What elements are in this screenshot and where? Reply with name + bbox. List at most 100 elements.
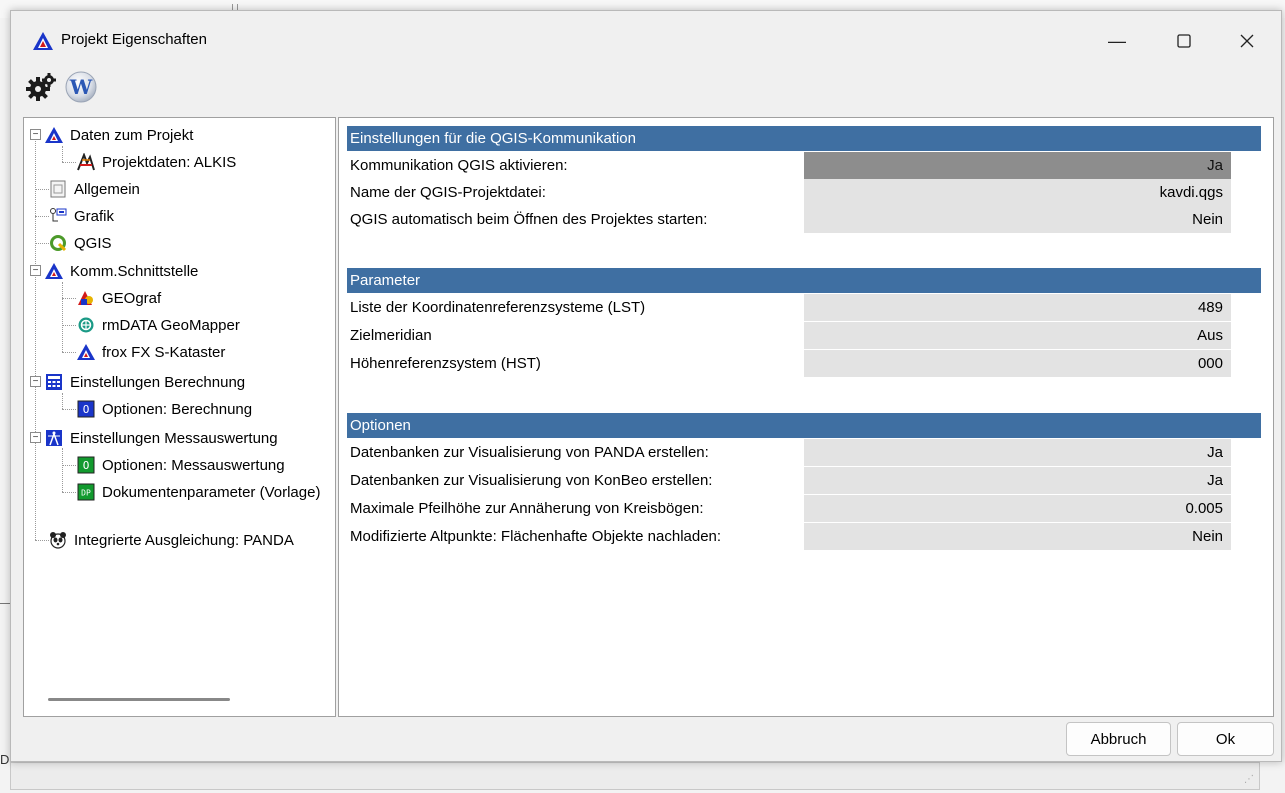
app-logo-icon [33, 32, 53, 50]
property-name: Modifizierte Altpunkte: Flächenhafte Obj… [347, 523, 804, 550]
property-value[interactable]: Aus [804, 322, 1231, 349]
tree-item-einstellungen-messauswertung[interactable]: Einstellungen Messauswertung [44, 425, 278, 451]
tree-item-optionen-berechnung[interactable]: O Optionen: Berechnung [76, 396, 252, 422]
minimize-button[interactable]: — [1091, 19, 1143, 63]
blue-o-icon: O [76, 399, 96, 419]
alkis-icon [76, 152, 96, 172]
tree-item-label: rmDATA GeoMapper [102, 316, 240, 334]
tree-item-rmdata-geomapper[interactable]: rmDATA GeoMapper [76, 312, 240, 338]
maximize-button[interactable] [1158, 19, 1210, 63]
section-header-optionen: Optionen [347, 413, 1261, 438]
tree-connector [62, 448, 63, 492]
tree-item-label: Daten zum Projekt [70, 126, 194, 144]
geomapper-icon [76, 315, 96, 335]
tree-item-dokumentenparameter[interactable]: DP Dokumentenparameter (Vorlage) [76, 479, 320, 505]
tree-item-label: Komm.Schnittstelle [70, 262, 199, 280]
tree-connector [62, 282, 63, 352]
property-value[interactable]: Ja [804, 467, 1231, 494]
tree-item-label: Einstellungen Berechnung [70, 373, 246, 391]
tree-item-frox-fx-s-kataster[interactable]: frox FX S-Kataster [76, 339, 225, 365]
tree-item-allgemein[interactable]: Allgemein [48, 176, 140, 202]
tree-item-label: Allgemein [74, 180, 140, 198]
property-row[interactable]: Name der QGIS-Projektdatei: kavdi.qgs [347, 179, 1231, 206]
property-name: Kommunikation QGIS aktivieren: [347, 152, 804, 179]
property-name: Datenbanken zur Visualisierung von KonBe… [347, 467, 804, 494]
tree-connector [35, 540, 49, 541]
property-value[interactable]: 0.005 [804, 495, 1231, 522]
property-row[interactable]: Zielmeridian Aus [347, 322, 1231, 349]
settings-button[interactable] [24, 69, 60, 105]
blue-o-glyph: O [83, 403, 90, 416]
close-button[interactable] [1221, 19, 1273, 63]
property-value[interactable]: 489 [804, 294, 1231, 321]
property-value[interactable]: Ja [804, 439, 1231, 466]
settings-tree[interactable]: − − − − Daten zum Projekt Projektdaten: … [23, 117, 336, 717]
background-status-bar: ⋰ [10, 762, 1260, 790]
property-row[interactable]: Maximale Pfeilhöhe zur Annäherung von Kr… [347, 495, 1231, 522]
word-export-button[interactable]: W [63, 69, 99, 105]
property-value[interactable]: Nein [804, 523, 1231, 550]
property-value[interactable]: Nein [804, 206, 1231, 233]
property-name: QGIS automatisch beim Öffnen des Projekt… [347, 206, 804, 233]
page-icon [48, 179, 68, 199]
cancel-button[interactable]: Abbruch [1066, 722, 1171, 756]
tree-collapse-toggle[interactable]: − [30, 129, 41, 140]
property-row[interactable]: Datenbanken zur Visualisierung von KonBe… [347, 467, 1231, 494]
tree-item-einstellungen-berechnung[interactable]: Einstellungen Berechnung [44, 369, 245, 395]
title-bar[interactable]: Projekt Eigenschaften — [11, 11, 1281, 65]
tree-connector [62, 298, 76, 299]
tree-item-daten-zum-projekt[interactable]: Daten zum Projekt [44, 122, 193, 148]
graphic-icon [48, 206, 68, 226]
tree-horizontal-scrollbar[interactable] [48, 698, 230, 701]
tree-item-label: frox FX S-Kataster [102, 343, 226, 361]
resize-grip-icon[interactable]: ⋰ [1244, 774, 1254, 785]
property-value[interactable]: 000 [804, 350, 1231, 377]
tree-collapse-toggle[interactable]: − [30, 265, 41, 276]
tree-item-label: QGIS [74, 234, 112, 252]
property-value[interactable]: Ja [804, 152, 1231, 179]
tree-item-komm-schnittstelle[interactable]: Komm.Schnittstelle [44, 258, 198, 284]
tree-item-label: Optionen: Messauswertung [102, 456, 285, 474]
window-title: Projekt Eigenschaften [61, 31, 207, 48]
properties-panel: Einstellungen für die QGIS-Kommunikation… [338, 117, 1274, 717]
property-row[interactable]: Höhenreferenzsystem (HST) 000 [347, 350, 1231, 377]
maximize-icon [1177, 34, 1191, 48]
calculator-icon [44, 372, 64, 392]
tree-item-grafik[interactable]: Grafik [48, 203, 114, 229]
tree-connector [35, 189, 49, 190]
survey-icon [44, 428, 64, 448]
property-name: Höhenreferenzsystem (HST) [347, 350, 804, 377]
tree-collapse-toggle[interactable]: − [30, 432, 41, 443]
property-row[interactable]: Modifizierte Altpunkte: Flächenhafte Obj… [347, 523, 1231, 550]
tree-item-optionen-messauswertung[interactable]: O Optionen: Messauswertung [76, 452, 285, 478]
tree-connector [62, 393, 63, 409]
blue-triangle-icon [44, 261, 64, 281]
tree-item-geograf[interactable]: GEOgraf [76, 285, 161, 311]
tree-item-integrierte-ausgleichung[interactable]: Integrierte Ausgleichung: PANDA [48, 527, 294, 553]
blue-triangle-icon [44, 125, 64, 145]
tree-item-label: Optionen: Berechnung [102, 400, 253, 418]
tree-connector [62, 409, 76, 410]
dp-icon: DP [76, 482, 96, 502]
ok-button[interactable]: Ok [1177, 722, 1274, 756]
tree-item-label: Einstellungen Messauswertung [70, 429, 278, 447]
property-row[interactable]: Datenbanken zur Visualisierung von PANDA… [347, 439, 1231, 466]
tree-connector [62, 492, 76, 493]
w-logo-glyph: W [69, 75, 93, 99]
property-row[interactable]: QGIS automatisch beim Öffnen des Projekt… [347, 206, 1231, 233]
tree-item-label: Dokumentenparameter (Vorlage) [102, 483, 321, 501]
property-value[interactable]: kavdi.qgs [804, 179, 1231, 206]
w-logo-icon: W [65, 71, 97, 103]
close-icon [1240, 34, 1254, 48]
green-o-glyph: O [83, 459, 90, 472]
property-row[interactable]: Liste der Koordinatenreferenzsysteme (LS… [347, 294, 1231, 321]
tree-collapse-toggle[interactable]: − [30, 376, 41, 387]
tree-item-projektdaten-alkis[interactable]: Projektdaten: ALKIS [76, 149, 236, 175]
tree-item-label: GEOgraf [102, 289, 162, 307]
property-row[interactable]: Kommunikation QGIS aktivieren: Ja [347, 152, 1231, 179]
tree-item-qgis[interactable]: QGIS [48, 230, 112, 256]
tree-item-label: Grafik [74, 207, 115, 225]
property-name: Name der QGIS-Projektdatei: [347, 179, 804, 206]
property-name: Zielmeridian [347, 322, 804, 349]
minimize-icon: — [1108, 30, 1126, 51]
